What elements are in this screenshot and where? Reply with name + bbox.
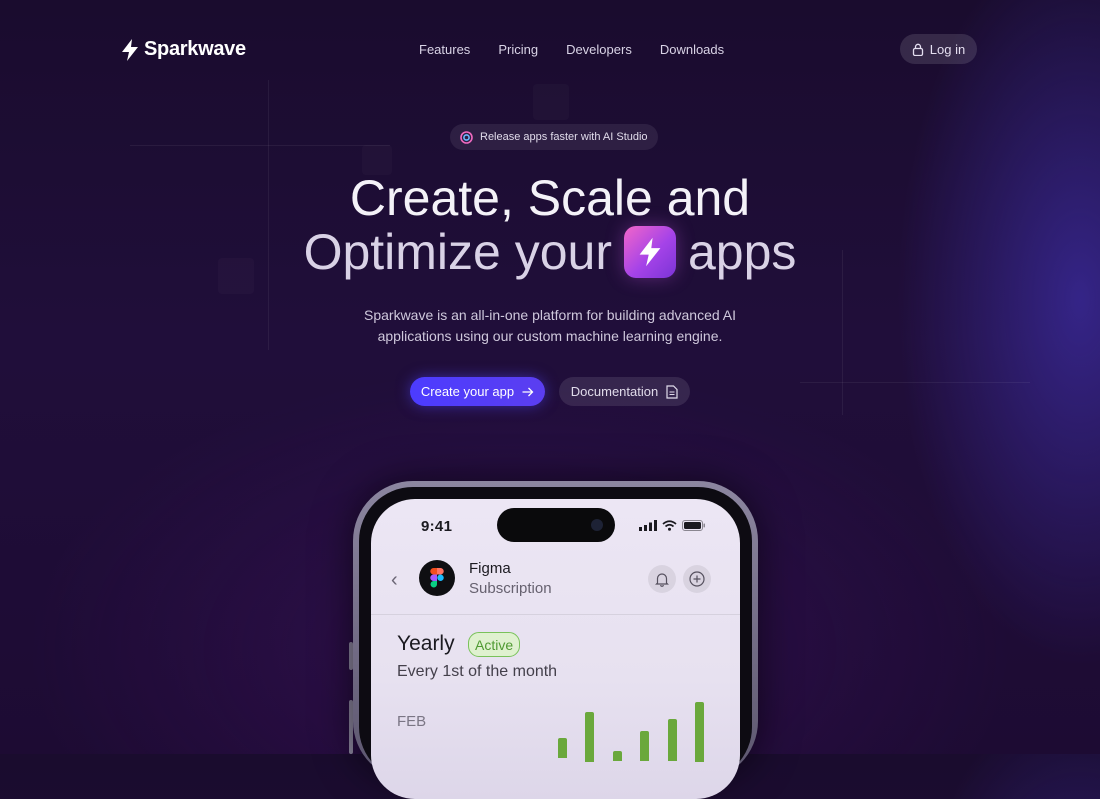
documentation-label: Documentation [570,384,659,399]
signal-icon [639,520,657,531]
bg-ghost-square [533,84,569,120]
bell-icon [655,572,669,587]
app-name: Figma [469,560,511,577]
hero-title-line1: Create, Scale and [349,170,751,226]
app-subtitle: Subscription [469,580,552,597]
ai-studio-icon [460,130,473,144]
status-badge: Active [468,632,521,657]
app-bolt-icon [624,226,676,278]
bg-grid-line [800,382,1030,383]
back-chevron-icon[interactable]: ‹ [391,569,398,592]
announcement-text: Release apps faster with AI Studio [480,131,648,143]
nav-link-developers[interactable]: Developers [566,42,632,57]
hero-title-line2-end: apps [688,224,797,280]
nav-link-downloads[interactable]: Downloads [660,42,724,57]
nav-link-pricing[interactable]: Pricing [498,42,538,57]
chart-month-label: FEB [397,713,427,730]
documentation-button[interactable]: Documentation [559,377,690,406]
bg-grid-line [130,145,390,146]
dynamic-island [497,508,615,542]
login-button[interactable]: Log in [900,34,977,64]
plan-title: Yearly [397,632,455,655]
wifi-icon [662,520,677,531]
phone-screen: 9:41 ‹ Figma Subscription Yearly Active … [371,499,740,799]
hero-subtitle: Sparkwave is an all-in-one platform for … [0,305,1100,347]
hero-title-line2-start: Optimize your [303,224,612,280]
hero-title: Create, Scale and Optimize your apps [0,170,1100,280]
header-divider [371,614,740,615]
arrow-right-icon [522,387,534,396]
create-app-label: Create your app [420,384,515,399]
brand-name: Sparkwave [144,38,246,60]
add-button[interactable] [683,565,711,593]
plan-schedule: Every 1st of the month [397,663,558,680]
chart-bar [640,731,649,761]
notification-button[interactable] [648,565,676,593]
hero-subtitle-line2: applications using our custom machine le… [377,328,723,344]
hero-subtitle-line1: Sparkwave is an all-in-one platform for … [364,307,736,323]
status-time: 9:41 [421,518,453,535]
document-icon [666,384,678,399]
chart-bar [558,738,567,758]
nav-link-features[interactable]: Features [419,42,470,57]
phone-mockup: 9:41 ‹ Figma Subscription Yearly Active … [353,481,758,799]
plus-circle-icon [689,571,705,587]
main-nav: Features Pricing Developers Downloads [419,42,724,57]
bolt-icon [122,38,138,61]
create-app-button[interactable]: Create your app [410,377,545,406]
hero-title-line2: Optimize your apps [0,224,1100,280]
lock-icon [912,43,923,56]
chart-bar [585,712,594,762]
camera-icon [591,519,603,531]
figma-logo-icon [419,560,455,596]
chart-bar [695,702,704,762]
chart-bar [613,751,622,761]
battery-icon [682,520,705,531]
status-icons [639,520,706,531]
chart-bar [668,719,677,761]
brand-logo[interactable]: Sparkwave [120,38,246,61]
login-label: Log in [929,41,966,57]
announcement-badge[interactable]: Release apps faster with AI Studio [450,124,658,150]
